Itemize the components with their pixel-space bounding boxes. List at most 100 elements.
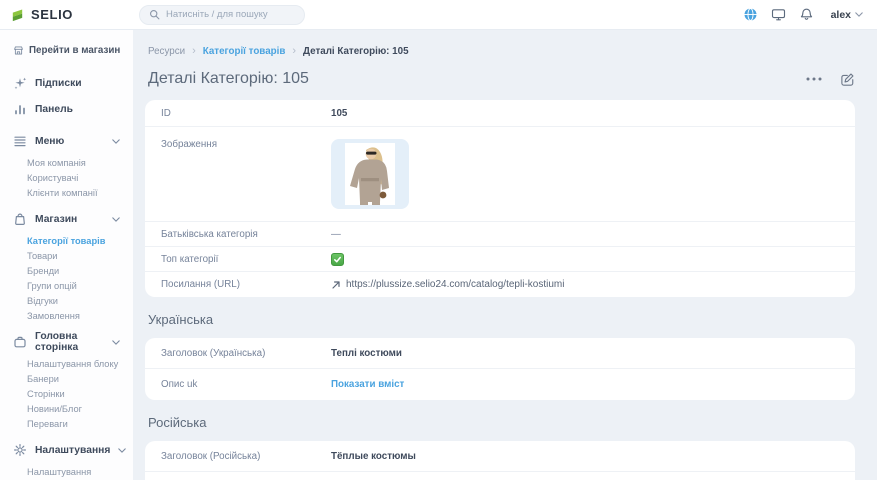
sidebar-item-option-groups[interactable]: Групи опцій (0, 278, 133, 293)
field-value: — (331, 229, 341, 240)
sidebar-submenu-menu: Моя компанія Користувачі Клієнти компані… (0, 155, 133, 200)
gear-icon (13, 443, 27, 457)
bar-chart-icon (13, 102, 27, 116)
sidebar-item-label: Меню (35, 136, 104, 147)
sidebar-item-users[interactable]: Користувачі (0, 170, 133, 185)
sidebar-item-news-blog[interactable]: Новини/Блог (0, 401, 133, 416)
sidebar-group-homepage[interactable]: Головна сторінка (0, 329, 133, 355)
detail-row-top-category: Топ категорії (145, 247, 855, 272)
edit-icon[interactable] (840, 72, 855, 87)
shopping-bag-icon (13, 212, 27, 226)
sidebar-item-benefits[interactable]: Переваги (0, 416, 133, 431)
field-label: ID (161, 108, 331, 119)
sidebar: Перейти в магазин Підписки Панель Меню М… (0, 30, 133, 480)
breadcrumb-item-resources[interactable]: Ресурси (148, 46, 185, 57)
detail-row-image: Зображення (145, 127, 855, 222)
field-value: Теплі костюми (331, 348, 402, 359)
globe-icon[interactable] (743, 7, 758, 22)
sidebar-submenu-store: Категорії товарів Товари Бренди Групи оп… (0, 233, 133, 323)
search-input[interactable] (166, 9, 295, 20)
sparkles-icon (13, 76, 27, 90)
global-search[interactable] (139, 5, 305, 25)
sidebar-group-store[interactable]: Магазин (0, 206, 133, 232)
chevron-down-icon (112, 340, 120, 345)
external-link-icon (331, 280, 341, 290)
bell-icon[interactable] (799, 7, 814, 22)
category-url-link[interactable]: https://plussize.selio24.com/catalog/tep… (331, 279, 564, 290)
sidebar-item-label: Панель (35, 104, 120, 115)
section-title-russian: Російська (145, 415, 855, 430)
sidebar-item-go-to-store[interactable]: Перейти в магазин (0, 38, 133, 62)
detail-row-url: Посилання (URL) https://plussize.selio24… (145, 272, 855, 297)
detail-row-description-ru: Опис ru Показати вміст (145, 472, 855, 480)
sidebar-item-label: Налаштування (35, 445, 110, 456)
sidebar-item-settings-sub[interactable]: Налаштування (0, 464, 133, 479)
top-category-checkbox[interactable] (331, 253, 344, 266)
field-label: Опис uk (161, 379, 331, 390)
sidebar-submenu-homepage: Налаштування блоку Банери Сторінки Новин… (0, 356, 133, 431)
monitor-icon[interactable] (771, 7, 786, 22)
sidebar-submenu-settings: Налаштування (0, 464, 133, 479)
chevron-down-icon (112, 139, 120, 144)
sidebar-item-pages[interactable]: Сторінки (0, 386, 133, 401)
field-label: Заголовок (Українська) (161, 348, 331, 359)
more-options-button[interactable] (806, 77, 822, 81)
page-title: Деталі Категорію: 105 (148, 70, 309, 88)
sidebar-item-dashboard[interactable]: Панель (0, 96, 133, 122)
show-content-link[interactable]: Показати вміст (331, 379, 404, 390)
sidebar-item-label: Перейти в магазин (29, 45, 120, 56)
menu-icon (13, 134, 27, 148)
sidebar-item-subscriptions[interactable]: Підписки (0, 70, 133, 96)
selio-logo[interactable]: SELIO (10, 7, 73, 22)
sidebar-item-company-clients[interactable]: Клієнти компанії (0, 185, 133, 200)
breadcrumb: Ресурси › Категорії товарів › Деталі Кат… (145, 45, 855, 57)
detail-row-description-uk: Опис uk Показати вміст (145, 369, 855, 400)
main-content: Ресурси › Категорії товарів › Деталі Кат… (133, 30, 877, 480)
detail-row-title-uk: Заголовок (Українська) Теплі костюми (145, 338, 855, 369)
chevron-down-icon (112, 217, 120, 222)
sidebar-item-label: Магазин (35, 214, 104, 225)
user-menu[interactable]: alex (831, 9, 863, 21)
briefcase-icon (13, 335, 27, 349)
sidebar-group-settings[interactable]: Налаштування (0, 437, 133, 463)
storefront-icon (13, 45, 24, 56)
category-image[interactable] (331, 139, 409, 209)
app-header: SELIO alex (0, 0, 877, 30)
logo-text: SELIO (31, 7, 73, 22)
sidebar-item-product-categories[interactable]: Категорії товарів (0, 233, 133, 248)
header-actions: alex (743, 7, 863, 22)
sidebar-item-products[interactable]: Товари (0, 248, 133, 263)
details-card: ID 105 Зображення (145, 100, 855, 297)
field-label: Заголовок (Російська) (161, 451, 331, 462)
chevron-down-icon (855, 12, 863, 17)
sidebar-item-my-company[interactable]: Моя компанія (0, 155, 133, 170)
detail-row-parent-category: Батьківська категорія — (145, 222, 855, 247)
detail-row-id: ID 105 (145, 100, 855, 127)
search-icon (149, 9, 160, 20)
sidebar-item-block-settings[interactable]: Налаштування блоку (0, 356, 133, 371)
sidebar-item-label: Підписки (35, 78, 120, 89)
category-photo (345, 143, 395, 205)
field-label: Посилання (URL) (161, 279, 331, 290)
sidebar-item-label: Головна сторінка (35, 331, 104, 353)
field-value: 105 (331, 108, 347, 119)
user-name: alex (831, 9, 851, 21)
breadcrumb-item-current: Деталі Категорію: 105 (303, 46, 408, 57)
detail-row-title-ru: Заголовок (Російська) Тёплые костюмы (145, 441, 855, 472)
url-text: https://plussize.selio24.com/catalog/tep… (346, 279, 564, 290)
field-label: Топ категорії (161, 254, 331, 265)
breadcrumb-item-product-categories[interactable]: Категорії товарів (203, 46, 286, 57)
section-title-ukrainian: Українська (145, 312, 855, 327)
ukrainian-card: Заголовок (Українська) Теплі костюми Опи… (145, 338, 855, 400)
field-value: Тёплые костюмы (331, 451, 416, 462)
chevron-right-icon: › (292, 45, 296, 57)
selio-logo-icon (10, 7, 25, 22)
sidebar-item-banners[interactable]: Банери (0, 371, 133, 386)
field-label: Зображення (161, 139, 331, 150)
sidebar-group-menu[interactable]: Меню (0, 128, 133, 154)
sidebar-item-orders[interactable]: Замовлення (0, 308, 133, 323)
sidebar-item-reviews[interactable]: Відгуки (0, 293, 133, 308)
sidebar-item-brands[interactable]: Бренди (0, 263, 133, 278)
page-actions (806, 72, 855, 87)
chevron-down-icon (118, 448, 126, 453)
